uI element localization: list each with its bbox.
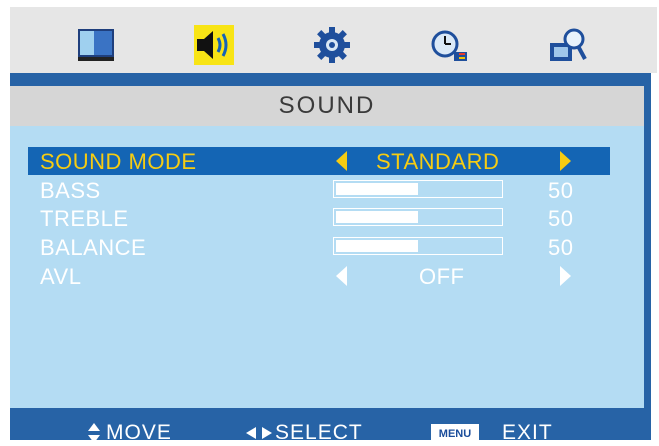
menu-button-icon[interactable]: MENU	[431, 424, 479, 444]
right-arrow-icon[interactable]	[560, 151, 571, 171]
menu-item-label: BASS	[40, 178, 101, 203]
menu-item-balance[interactable]: BALANCE 50	[28, 233, 610, 261]
clock-icon	[431, 30, 467, 61]
tab-info[interactable]	[548, 25, 588, 65]
page-title: SOUND	[10, 86, 644, 126]
footer-hints: MOVE SELECT MENU EXIT	[10, 420, 651, 446]
menu-item-label: AVL	[40, 264, 82, 289]
right-arrow-icon[interactable]	[560, 266, 571, 286]
up-down-arrow-icon	[88, 423, 100, 443]
speaker-icon	[197, 31, 228, 59]
menu-item-label: TREBLE	[40, 206, 129, 231]
tab-picture[interactable]	[76, 25, 116, 65]
monitor-icon	[78, 29, 114, 61]
menu-item-treble[interactable]: TREBLE 50	[28, 204, 610, 232]
sound-mode-value: STANDARD	[376, 149, 500, 174]
bass-slider-fill	[336, 183, 418, 195]
left-arrow-icon[interactable]	[336, 151, 347, 171]
menu-item-label: SOUND MODE	[40, 149, 197, 174]
balance-slider-fill	[336, 240, 418, 252]
move-hint: MOVE	[106, 421, 172, 444]
exit-hint: EXIT	[502, 421, 553, 444]
tab-sound[interactable]	[194, 25, 234, 65]
treble-slider[interactable]	[333, 208, 503, 226]
treble-slider-fill	[336, 211, 418, 223]
bass-value: 50	[548, 178, 574, 203]
bass-slider[interactable]	[333, 180, 503, 198]
magnifier-icon	[550, 28, 587, 61]
treble-value: 50	[548, 206, 574, 231]
left-right-arrow-icon	[246, 427, 272, 439]
select-hint: SELECT	[275, 421, 363, 444]
menu-item-label: BALANCE	[40, 235, 147, 260]
balance-value: 50	[548, 235, 574, 260]
menu-item-bass[interactable]: BASS 50	[28, 176, 610, 204]
menu-item-avl[interactable]: AVL OFF	[28, 262, 610, 290]
tab-setup[interactable]	[312, 25, 352, 65]
gear-icon	[314, 27, 350, 63]
menu-item-sound-mode[interactable]: SOUND MODE STANDARD	[28, 147, 610, 175]
left-arrow-icon[interactable]	[336, 266, 347, 286]
top-tab-bar	[10, 7, 657, 73]
tab-timer[interactable]	[430, 25, 470, 65]
avl-value: OFF	[419, 264, 465, 289]
balance-slider[interactable]	[333, 237, 503, 255]
